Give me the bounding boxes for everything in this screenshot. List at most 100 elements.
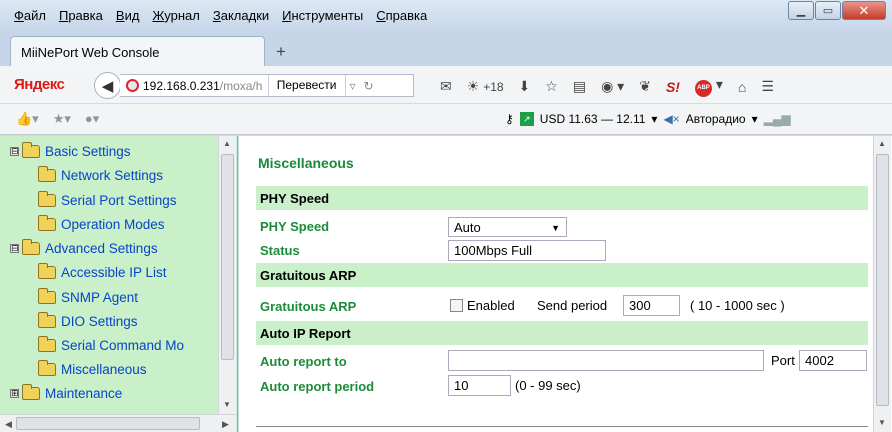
tree-maintenance[interactable]: ⊞ Maintenance xyxy=(10,382,122,404)
bookmarks-toolbar: 👍▾ ★▾ ●▾ ⚷ ↗ USD 11.63 — 12.11 ▾ ◀× Авто… xyxy=(0,104,892,135)
minimize-button[interactable]: ▁ xyxy=(788,1,814,20)
folder-open-icon xyxy=(22,238,40,255)
addon-icon[interactable]: ❦ xyxy=(639,78,651,95)
maximize-button[interactable]: ▭ xyxy=(815,1,841,20)
folder-icon xyxy=(38,214,56,231)
toolbar-icons: ✉ ☀ +18 ⬇ ☆ ▤ ◉ ▾ ❦ S! ABP ▾ ⌂ ☰ xyxy=(440,76,774,97)
menu-tools[interactable]: Инструменты xyxy=(282,8,363,23)
chart-icon: ↗ xyxy=(519,112,534,126)
close-button[interactable]: ✕ xyxy=(842,1,886,20)
phy-speed-label: PHY Speed xyxy=(260,219,330,234)
menu-history[interactable]: Журнал xyxy=(152,8,199,23)
scroll-up-icon[interactable]: ▲ xyxy=(223,139,231,148)
back-button[interactable]: ◀ xyxy=(94,72,121,99)
bookmarks-right: ⚷ ↗ USD 11.63 — 12.11 ▾ ◀× Авторадио ▾ ▂… xyxy=(505,112,791,126)
scroll-down-icon[interactable]: ▼ xyxy=(878,418,886,427)
currency-dropdown-icon[interactable]: ▾ xyxy=(651,112,657,126)
scroll-left-icon[interactable]: ◀ xyxy=(5,419,12,430)
menu-edit[interactable]: Правка xyxy=(59,8,103,23)
collapse-icon[interactable]: ⊟ xyxy=(10,146,19,156)
collapse-icon[interactable]: ⊟ xyxy=(10,243,19,253)
radio-dropdown-icon[interactable]: ▾ xyxy=(752,112,758,126)
folder-icon xyxy=(38,311,56,328)
url-path: /moxa/h xyxy=(219,78,263,93)
scroll-thumb[interactable] xyxy=(221,154,234,360)
port-input[interactable]: 4002 xyxy=(799,350,867,371)
address-bar[interactable]: 192.168.0.231 /moxa/h Перевести ▿ ↻ xyxy=(120,74,414,97)
back-arrow-icon: ◀ xyxy=(101,77,114,95)
folder-icon xyxy=(38,190,56,207)
navigation-toolbar: Яндекс ◀ 192.168.0.231 /moxa/h Перевести… xyxy=(0,66,892,104)
tree-operation-modes[interactable]: Operation Modes xyxy=(38,213,165,235)
main-menu: Файл Правка Вид Журнал Закладки Инструме… xyxy=(14,8,440,23)
menu-help[interactable]: Справка xyxy=(376,8,427,23)
menu-bookmarks[interactable]: Закладки xyxy=(213,8,269,23)
close-icon: ✕ xyxy=(858,2,870,18)
reading-list-icon[interactable]: ▤ xyxy=(573,78,586,95)
home-icon[interactable]: ⌂ xyxy=(738,79,746,95)
folder-icon xyxy=(38,335,56,352)
site-identity-icon[interactable] xyxy=(126,79,139,92)
expand-icon[interactable]: ⊞ xyxy=(10,388,19,398)
hscroll-thumb[interactable] xyxy=(16,417,200,430)
radio-widget[interactable]: Авторадио xyxy=(686,112,746,126)
folder-icon xyxy=(22,383,40,400)
tree-accessible-ip-list[interactable]: Accessible IP List xyxy=(38,261,167,283)
folder-icon xyxy=(38,287,56,304)
adblock-icon[interactable]: ABP ▾ xyxy=(694,76,723,97)
auto-report-period-input[interactable]: 10 xyxy=(448,375,511,396)
translate-button[interactable]: Перевести xyxy=(267,75,346,96)
enabled-checkbox[interactable] xyxy=(450,299,463,312)
bookmarks-left: 👍▾ ★▾ ●▾ xyxy=(16,111,99,127)
key-icon[interactable]: ⚷ xyxy=(505,112,514,126)
comment-icon[interactable]: ●▾ xyxy=(85,111,99,127)
favorites-star-icon[interactable]: ★▾ xyxy=(53,111,71,127)
speaker-muted-icon[interactable]: ◀× xyxy=(663,112,679,126)
auto-report-to-label: Auto report to xyxy=(260,354,347,369)
new-tab-button[interactable]: + xyxy=(276,42,286,62)
si-extension-icon[interactable]: S! xyxy=(666,79,680,95)
scroll-up-icon[interactable]: ▲ xyxy=(878,139,886,148)
folder-open-icon xyxy=(22,141,40,158)
content-vertical-scrollbar[interactable]: ▲ ▼ xyxy=(873,136,891,432)
scroll-thumb[interactable] xyxy=(876,154,889,406)
currency-widget[interactable]: USD 11.63 — 12.11 xyxy=(540,112,646,126)
scroll-down-icon[interactable]: ▼ xyxy=(223,400,231,409)
tree-advanced-settings[interactable]: ⊟ Advanced Settings xyxy=(10,237,158,259)
tree-snmp-agent[interactable]: SNMP Agent xyxy=(38,286,138,308)
phy-speed-select[interactable]: Auto ▼ xyxy=(448,217,567,237)
like-icon[interactable]: 👍▾ xyxy=(16,111,39,127)
signal-icon: ▂▄▆ xyxy=(763,112,791,126)
mail-icon[interactable]: ✉ xyxy=(440,78,452,95)
folder-icon xyxy=(38,165,56,182)
section-auto-ip-report: Auto IP Report xyxy=(256,321,868,345)
sync-icon[interactable]: ◉ ▾ xyxy=(601,78,624,95)
enabled-label: Enabled xyxy=(467,298,515,313)
url-dropdown-icon[interactable]: ▿ xyxy=(346,79,360,93)
auto-report-to-input[interactable] xyxy=(448,350,764,371)
bookmark-star-icon[interactable]: ☆ xyxy=(545,78,558,95)
tree-horizontal-scrollbar[interactable]: ◀ ▶ xyxy=(0,414,236,432)
tree-serial-command-mode[interactable]: Serial Command Mo xyxy=(38,334,184,356)
tree-network-settings[interactable]: Network Settings xyxy=(38,164,163,186)
send-period-range: ( 10 - 1000 sec ) xyxy=(690,298,785,313)
hamburger-menu-icon[interactable]: ☰ xyxy=(761,78,774,95)
status-field: 100Mbps Full xyxy=(448,240,606,261)
weather-widget[interactable]: ☀ +18 xyxy=(467,78,504,95)
yandex-logo[interactable]: Яндекс xyxy=(14,76,65,93)
auto-report-period-range: (0 - 99 sec) xyxy=(515,378,581,393)
tab-miineport[interactable]: MiiNePort Web Console xyxy=(10,36,265,66)
tree-dio-settings[interactable]: DIO Settings xyxy=(38,310,138,332)
tree-miscellaneous[interactable]: Miscellaneous xyxy=(38,358,147,380)
menu-view[interactable]: Вид xyxy=(116,8,140,23)
menu-file[interactable]: Файл xyxy=(14,8,46,23)
tree-basic-settings[interactable]: ⊟ Basic Settings xyxy=(10,140,131,162)
tree-vertical-scrollbar[interactable]: ▲ ▼ xyxy=(218,136,236,414)
folder-icon xyxy=(38,262,56,279)
reload-icon[interactable]: ↻ xyxy=(360,79,378,93)
send-period-input[interactable]: 300 xyxy=(623,295,680,316)
download-icon[interactable]: ⬇ xyxy=(519,78,531,95)
chevron-down-icon: ▼ xyxy=(551,223,560,233)
scroll-right-icon[interactable]: ▶ xyxy=(222,419,229,430)
tree-serial-port-settings[interactable]: Serial Port Settings xyxy=(38,189,177,211)
